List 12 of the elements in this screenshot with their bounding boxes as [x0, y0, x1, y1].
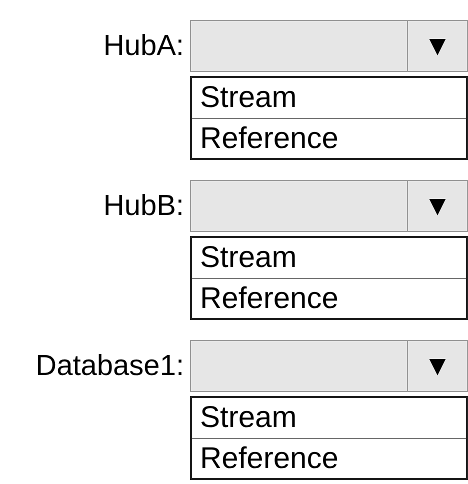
dropdown[interactable]: ▼ [190, 20, 468, 72]
dropdown-option[interactable]: Reference [192, 278, 466, 318]
dropdown[interactable]: ▼ [190, 180, 468, 232]
dropdown[interactable]: ▼ [190, 340, 468, 392]
dropdown-option[interactable]: Stream [192, 398, 466, 438]
field-label: Database1: [36, 352, 184, 380]
field-label: HubB: [103, 192, 184, 220]
dropdown-option[interactable]: Reference [192, 438, 466, 478]
dropdown-option[interactable]: Reference [192, 118, 466, 158]
field-label: HubA: [103, 32, 184, 60]
dropdown-option[interactable]: Stream [192, 78, 466, 118]
dropdown-option[interactable]: Stream [192, 238, 466, 278]
